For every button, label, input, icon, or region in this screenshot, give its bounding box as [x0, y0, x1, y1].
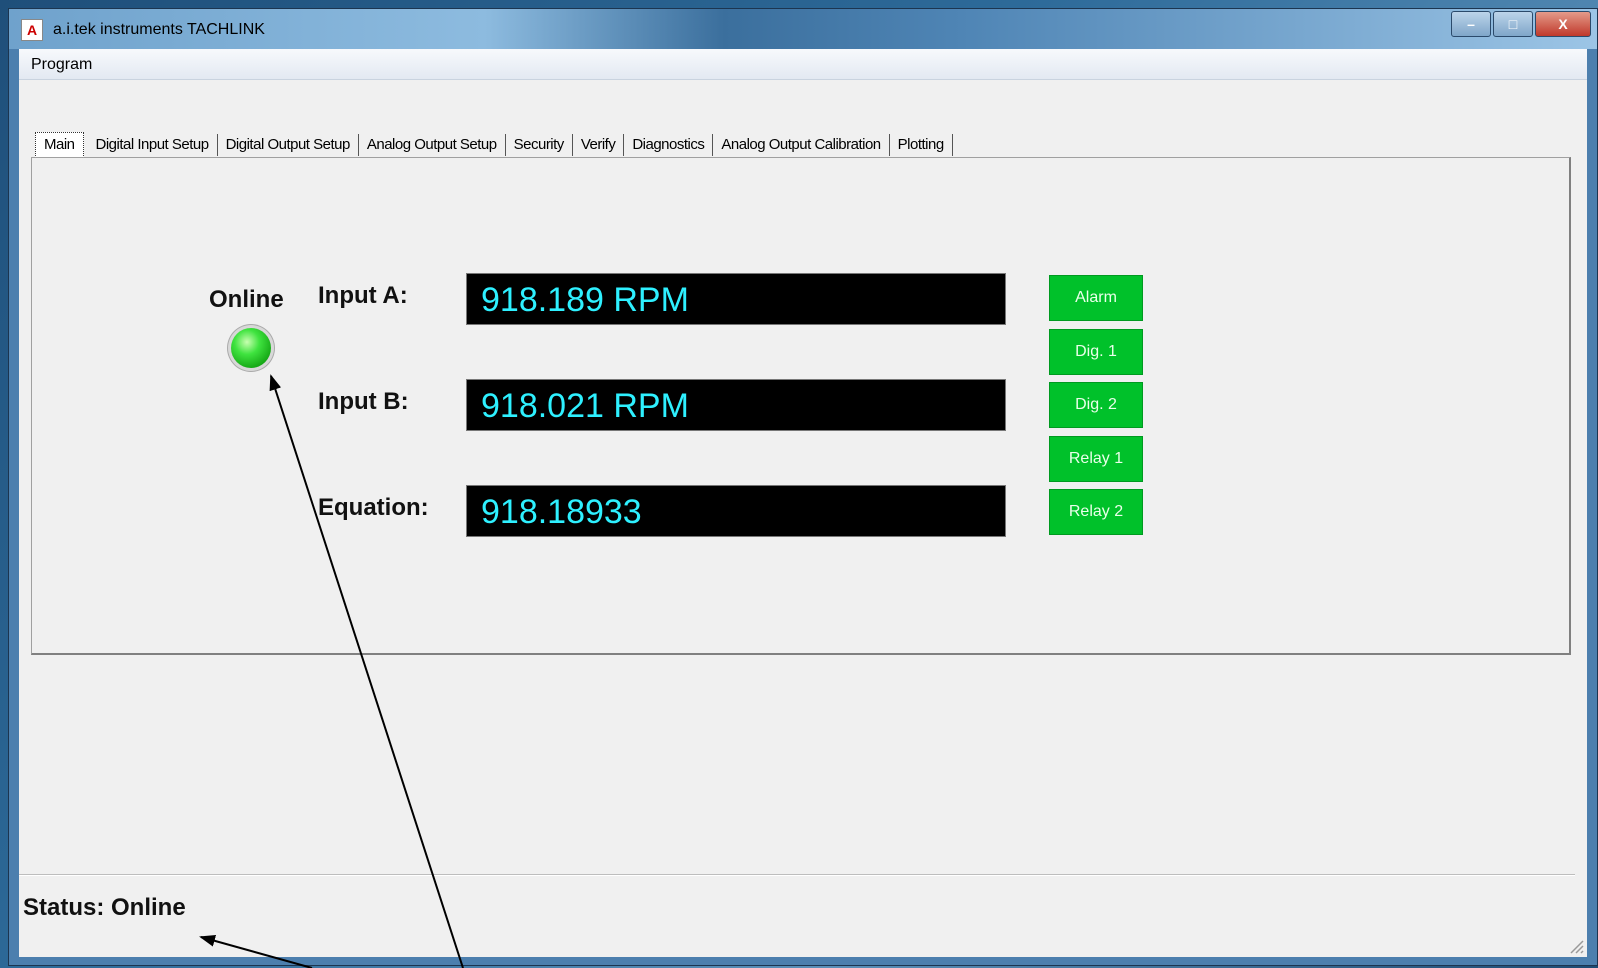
maximize-button[interactable]: □ — [1493, 11, 1533, 37]
dig-1-indicator: Dig. 1 — [1049, 329, 1143, 375]
equation-label: Equation: — [318, 494, 429, 521]
tab-plotting[interactable]: Plotting — [890, 134, 953, 156]
tab-analog-output-setup[interactable]: Analog Output Setup — [359, 134, 506, 156]
tab-digital-output-setup[interactable]: Digital Output Setup — [218, 134, 359, 156]
client-area: Program Main Digital Input Setup Digital… — [19, 49, 1587, 957]
tab-strip: Main Digital Input Setup Digital Output … — [35, 131, 953, 159]
status-text: Status: Online — [23, 894, 186, 921]
resize-grip-icon[interactable] — [1565, 935, 1585, 955]
app-logo-icon: A — [21, 19, 43, 41]
input-b-display: 918.021 RPM — [466, 379, 1006, 431]
alarm-indicator: Alarm — [1049, 275, 1143, 321]
input-b-label: Input B: — [318, 388, 409, 415]
menu-program[interactable]: Program — [31, 56, 92, 74]
input-a-label: Input A: — [318, 282, 408, 309]
tab-verify[interactable]: Verify — [573, 134, 625, 156]
title-bar[interactable]: A a.i.tek instruments TACHLINK – □ X — [9, 9, 1597, 49]
relay-1-indicator: Relay 1 — [1049, 436, 1143, 482]
dig-2-indicator: Dig. 2 — [1049, 382, 1143, 428]
online-status-led-icon — [231, 328, 271, 368]
tab-digital-input-setup[interactable]: Digital Input Setup — [88, 134, 218, 156]
input-a-display: 918.189 RPM — [466, 273, 1006, 325]
tab-main[interactable]: Main — [35, 132, 84, 158]
tab-analog-output-calibration[interactable]: Analog Output Calibration — [713, 134, 890, 156]
main-tab-panel: Online Input A: 918.189 RPM Input B: 918… — [31, 157, 1571, 655]
status-separator — [19, 874, 1575, 876]
menu-bar: Program — [19, 49, 1587, 80]
close-button[interactable]: X — [1535, 11, 1591, 37]
relay-2-indicator: Relay 2 — [1049, 489, 1143, 535]
app-window: A a.i.tek instruments TACHLINK – □ X Pro… — [8, 8, 1598, 966]
tab-security[interactable]: Security — [506, 134, 573, 156]
tab-diagnostics[interactable]: Diagnostics — [624, 134, 714, 156]
minimize-button[interactable]: – — [1451, 11, 1491, 37]
window-title: a.i.tek instruments TACHLINK — [53, 21, 265, 38]
equation-display: 918.18933 — [466, 485, 1006, 537]
online-label: Online — [209, 286, 284, 313]
